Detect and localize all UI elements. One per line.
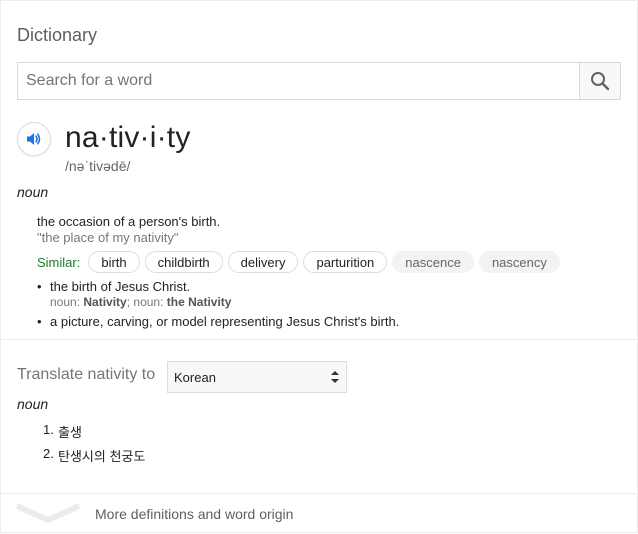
sense-list: • the birth of Jesus Christ. noun: Nativ… bbox=[37, 279, 399, 329]
pronounce-button[interactable] bbox=[17, 122, 51, 156]
translation-item: 1. 출생 bbox=[43, 422, 82, 440]
language-select[interactable]: Korean bbox=[167, 361, 347, 393]
synonym-chip-muted: nascence bbox=[392, 251, 474, 273]
updown-arrows-icon bbox=[331, 371, 339, 383]
search-button[interactable] bbox=[579, 63, 620, 99]
synonym-chip[interactable]: birth bbox=[88, 251, 140, 273]
definition-text: the occasion of a person's birth. bbox=[37, 214, 221, 229]
sense-item: • the birth of Jesus Christ. noun: Nativ… bbox=[37, 279, 232, 309]
card-title: Dictionary bbox=[17, 25, 98, 45]
translation-item: 2. 탄생시의 천궁도 bbox=[43, 446, 146, 464]
sense-item: • a picture, carving, or model represent… bbox=[37, 314, 400, 329]
search-box bbox=[17, 62, 621, 100]
synonym-chip[interactable]: childbirth bbox=[144, 251, 223, 273]
similar-label: Similar: bbox=[37, 254, 81, 270]
section-divider bbox=[1, 339, 638, 340]
translation-list: 1. 출생 2. 탄생시의 천궁도 bbox=[43, 422, 145, 470]
headword: na·tiv·i·ty bbox=[65, 121, 191, 154]
search-icon bbox=[591, 72, 610, 91]
dictionary-card: Dictionary na·tiv·i·ty /nəˈtivədē/ noun … bbox=[0, 0, 638, 533]
language-select-value: Korean bbox=[174, 369, 216, 385]
chevron-down-icon bbox=[15, 503, 81, 523]
more-definitions-label: More definitions and word origin bbox=[95, 506, 294, 522]
translate-part-of-speech: noun bbox=[17, 396, 49, 412]
example-sentence: "the place of my nativity" bbox=[37, 230, 179, 245]
part-of-speech: noun bbox=[17, 184, 49, 200]
synonym-chip[interactable]: parturition bbox=[303, 251, 388, 273]
similar-words: Similar: birth childbirth delivery partu… bbox=[37, 250, 565, 274]
synonym-chip[interactable]: delivery bbox=[227, 251, 299, 273]
search-input[interactable] bbox=[18, 63, 578, 99]
translate-label: Translate nativity to bbox=[17, 366, 156, 383]
sense-subnote: noun: Nativity; noun: the Nativity bbox=[50, 295, 232, 309]
phonetic-spelling: /nəˈtivədē/ bbox=[65, 158, 131, 174]
speaker-icon bbox=[27, 133, 41, 145]
more-definitions-button[interactable]: More definitions and word origin bbox=[1, 494, 638, 534]
synonym-chip-muted: nascency bbox=[478, 251, 560, 273]
sense-text: a picture, carving, or model representin… bbox=[50, 314, 400, 329]
sense-text: the birth of Jesus Christ. bbox=[50, 279, 191, 294]
